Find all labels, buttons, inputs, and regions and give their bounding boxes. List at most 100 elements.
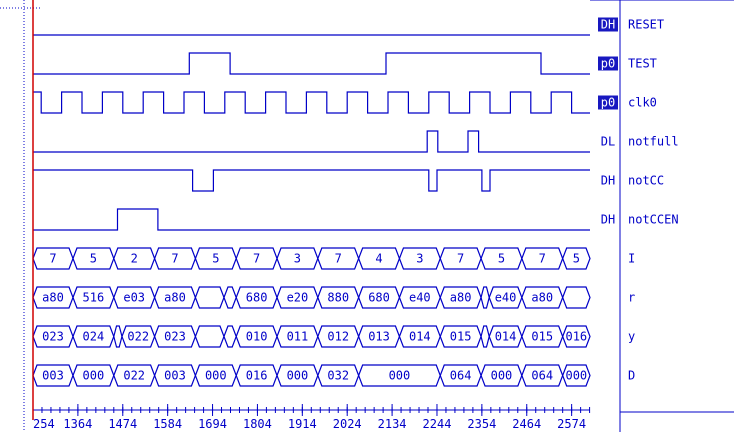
bus-value-label: 7 — [253, 252, 260, 266]
trace-TEST[interactable] — [33, 52, 590, 75]
signal-name[interactable]: y — [628, 330, 635, 344]
signal-name[interactable]: I — [628, 252, 635, 266]
time-axis-tick-label: 1694 — [198, 417, 227, 431]
bus-value-label: e20 — [287, 291, 309, 305]
signal-badge[interactable]: p0 — [601, 96, 615, 110]
bus-value-label: 015 — [531, 330, 553, 344]
bus-value-label: 680 — [246, 291, 268, 305]
bus-value-label: 032 — [327, 369, 349, 383]
bus-value-label: 5 — [212, 252, 219, 266]
bus-value-label: 015 — [450, 330, 472, 344]
time-axis-tick-label: 2464 — [512, 417, 541, 431]
signal-row-TEST[interactable]: p0 TEST — [598, 56, 657, 71]
bus-value-label: 012 — [327, 330, 349, 344]
waveform-notCCEN — [33, 208, 590, 231]
signal-row-y[interactable]: y — [628, 330, 635, 344]
bus-value-label: e03 — [123, 291, 145, 305]
bus-value-label: 680 — [368, 291, 390, 305]
trace-I[interactable]: 7 5 2 7 5 7 3 7 4 3 7 5 7 5 — [32, 247, 591, 270]
signal-badge[interactable]: DH — [601, 174, 615, 188]
bus-value-label: a80 — [42, 291, 64, 305]
signal-name[interactable]: notCC — [628, 174, 664, 188]
signal-badge[interactable]: DH — [601, 18, 615, 32]
signal-name[interactable]: r — [628, 291, 635, 305]
signal-row-I[interactable]: I — [628, 252, 635, 266]
bus-segment — [113, 325, 123, 348]
signal-row-r[interactable]: r — [628, 291, 635, 305]
time-axis-tick-label: 1474 — [108, 417, 137, 431]
bus-value-label: 011 — [287, 330, 309, 344]
signal-row-notCCEN[interactable]: DH notCCEN — [601, 213, 679, 227]
signal-row-clk0[interactable]: p0 clk0 — [598, 95, 657, 110]
trace-r[interactable]: a80 516 e03 a80 680 e20 880 680 e40 a80 e40 a80 — [32, 286, 591, 309]
bus-value-label: 023 — [42, 330, 64, 344]
trace-D[interactable]: 003 000 022 003 000 016 000 032 000 064 000 064 000 — [32, 364, 591, 387]
bus-segment — [562, 286, 591, 309]
waveform-clk0 — [33, 91, 590, 114]
time-axis-tick-label: 1804 — [243, 417, 272, 431]
bus-value-label: 7 — [335, 252, 342, 266]
bus-value-label: 880 — [327, 291, 349, 305]
bus-value-label: 000 — [389, 369, 411, 383]
signal-label-panel[interactable]: DH RESET p0 TEST p0 clk0 DL notfull DH notCC DH not… — [598, 17, 679, 383]
signal-name[interactable]: notfull — [628, 135, 679, 149]
signal-row-notfull[interactable]: DL notfull — [601, 135, 679, 149]
bus-value-label: a80 — [164, 291, 186, 305]
bus-value-label: 7 — [457, 252, 464, 266]
bus-value-label: 014 — [495, 330, 517, 344]
bus-segment — [223, 286, 237, 309]
trace-notCC[interactable] — [33, 169, 590, 192]
time-axis-tick-label: 254 — [33, 417, 55, 431]
bus-value-label: a80 — [531, 291, 553, 305]
bus-value-label: 5 — [90, 252, 97, 266]
bus-value-label: 3 — [294, 252, 301, 266]
signal-row-D[interactable]: D — [628, 369, 635, 383]
bus-value-label: 024 — [83, 330, 105, 344]
bus-value-label: 2 — [131, 252, 138, 266]
time-axis-tick-label: 1584 — [153, 417, 182, 431]
time-axis-tick-label: 2134 — [378, 417, 407, 431]
trace-clk0[interactable] — [33, 91, 590, 114]
bus-value-label: 000 — [287, 369, 309, 383]
signal-name[interactable]: D — [628, 369, 635, 383]
bus-segment — [194, 325, 225, 348]
bus-value-label: 5 — [498, 252, 505, 266]
waveform-viewer[interactable]: 7 5 2 7 5 7 3 7 4 3 7 5 7 5 a80 516 e03 a80 680 e20 880 680 e4… — [0, 0, 734, 432]
signal-row-RESET[interactable]: DH RESET — [598, 17, 664, 32]
time-axis-tick-label: 2354 — [467, 417, 496, 431]
trace-notfull[interactable] — [33, 130, 590, 153]
bus-value-label: e40 — [409, 291, 431, 305]
time-axis-tick-label: 2244 — [423, 417, 452, 431]
bus-value-label: 000 — [205, 369, 227, 383]
bus-value-label: 516 — [83, 291, 105, 305]
waveform-traces[interactable]: 7 5 2 7 5 7 3 7 4 3 7 5 7 5 a80 516 e03 a80 680 e20 880 680 e4… — [32, 34, 591, 387]
bus-value-label: 016 — [246, 369, 268, 383]
bus-value-label: 000 — [491, 369, 513, 383]
time-axis: 254 1364 1474 1584 1694 1804 1914 2024 2134 2244 2… — [32, 404, 591, 431]
waveform-TEST — [33, 52, 590, 75]
bus-value-label: 003 — [42, 369, 64, 383]
bus-value-label: 023 — [164, 330, 186, 344]
bus-value-label: 014 — [409, 330, 431, 344]
time-axis-tick-label: 2574 — [557, 417, 586, 431]
signal-row-notCC[interactable]: DH notCC — [601, 174, 664, 188]
bus-value-label: a80 — [450, 291, 472, 305]
bus-value-label: 013 — [368, 330, 390, 344]
signal-badge[interactable]: DH — [601, 213, 615, 227]
waveform-notfull — [33, 130, 590, 153]
signal-badge[interactable]: DL — [601, 135, 615, 149]
signal-badge[interactable]: p0 — [601, 57, 615, 71]
bus-value-label: 022 — [127, 330, 149, 344]
bus-value-label: 4 — [375, 252, 382, 266]
bus-value-label: 5 — [573, 252, 580, 266]
trace-y[interactable]: 023 024 022 023 010 011 012 013 014 015 014 015 016 — [32, 325, 591, 348]
bus-value-label: 003 — [164, 369, 186, 383]
time-axis-tick-label: 1914 — [288, 417, 317, 431]
signal-name[interactable]: RESET — [628, 18, 664, 32]
signal-name[interactable]: TEST — [628, 57, 657, 71]
signal-name[interactable]: notCCEN — [628, 213, 679, 227]
trace-notCCEN[interactable] — [33, 208, 590, 231]
bus-value-label: 7 — [539, 252, 546, 266]
signal-name[interactable]: clk0 — [628, 96, 657, 110]
bus-segment — [194, 286, 225, 309]
